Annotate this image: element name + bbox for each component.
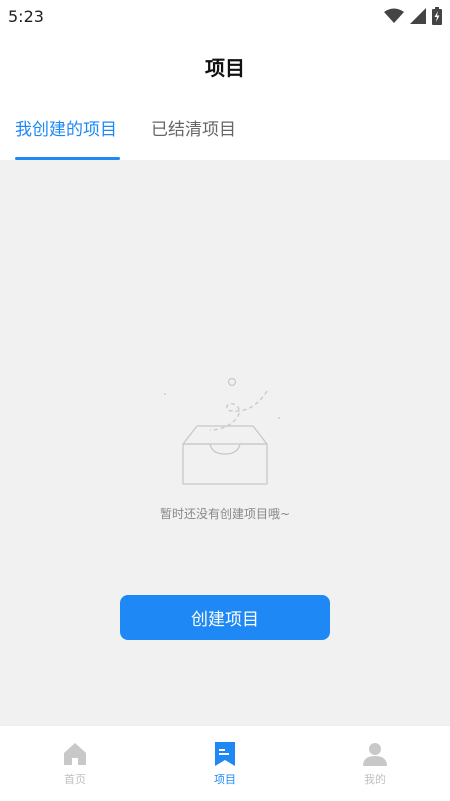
- tab-settled-projects[interactable]: 已结清项目: [151, 100, 236, 160]
- nav-item-mine[interactable]: 我的: [300, 726, 450, 801]
- nav-label-project: 项目: [214, 772, 236, 786]
- tab-my-created-projects[interactable]: 我创建的项目: [15, 100, 117, 160]
- nav-item-project[interactable]: 项目: [150, 726, 300, 801]
- nav-label-mine: 我的: [364, 772, 386, 786]
- tab-bar: 我创建的项目 已结清项目: [0, 100, 450, 160]
- wifi-icon: [384, 8, 404, 23]
- user-icon: [363, 742, 387, 766]
- nav-item-home[interactable]: 首页: [0, 726, 150, 801]
- status-icons: [384, 7, 442, 25]
- page-title: 项目: [205, 55, 245, 80]
- bottom-navigation: 首页 项目 我的: [0, 725, 450, 801]
- nav-label-home: 首页: [64, 772, 86, 786]
- battery-icon: [432, 7, 442, 25]
- app-header: 项目: [0, 32, 450, 100]
- status-time: 5:23: [8, 6, 44, 26]
- status-bar: 5:23: [0, 0, 450, 32]
- home-icon: [64, 742, 86, 765]
- cell-signal-icon: [410, 8, 426, 24]
- project-bookmark-icon: [215, 741, 235, 766]
- empty-box-illustration: [164, 378, 280, 485]
- empty-state-message: 暂时还没有创建项目哦~: [159, 507, 291, 521]
- create-project-button[interactable]: 创建项目: [120, 595, 330, 640]
- content-area: 暂时还没有创建项目哦~ 创建项目: [0, 160, 450, 725]
